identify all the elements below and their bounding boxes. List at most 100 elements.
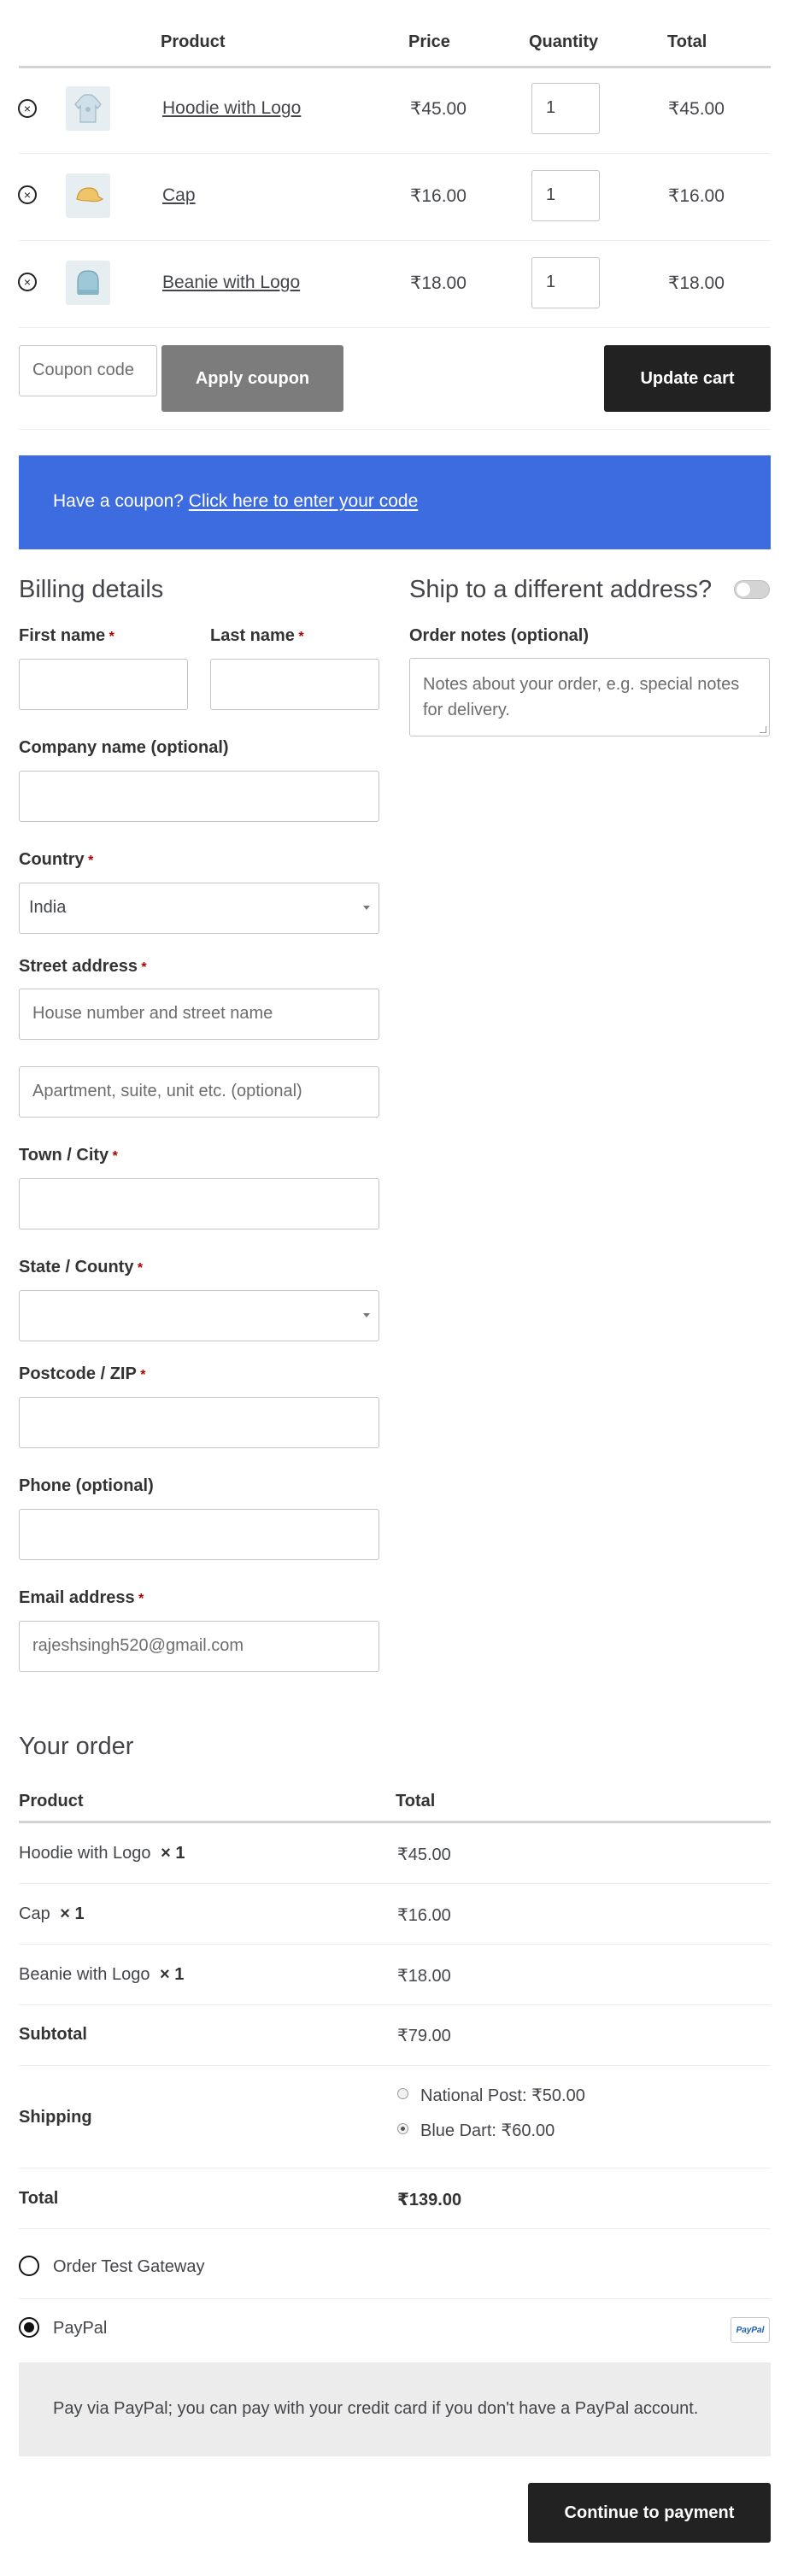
cart-header-product: Product [161, 32, 226, 51]
shipping-label: Shipping [19, 2108, 92, 2127]
enter-coupon-link[interactable]: Click here to enter your code [189, 491, 418, 511]
cart-header-price: Price [408, 32, 450, 51]
phone-input[interactable] [19, 1509, 379, 1560]
radio-checked-icon[interactable] [19, 2317, 39, 2338]
paypal-description: Pay via PayPal; you can pay with your cr… [53, 2399, 699, 2418]
order-header-total: Total [396, 1792, 436, 1810]
street-address-label: Street address * [19, 957, 147, 976]
subtotal-label: Subtotal [19, 2025, 87, 2044]
last-name-input[interactable] [210, 659, 379, 710]
total-value: ₹139.00 [397, 2191, 462, 2209]
order-item: Hoodie with Logo × 1 [19, 1844, 185, 1863]
billing-title: Billing details [19, 576, 164, 603]
chevron-down-icon [363, 1313, 370, 1317]
state-label: State / County * [19, 1258, 144, 1276]
cart-item-name[interactable]: Cap [162, 185, 196, 206]
quantity-input[interactable]: 1 [531, 257, 600, 308]
radio-checked-icon[interactable] [397, 2123, 408, 2134]
payment-method-paypal[interactable]: PayPal [19, 2317, 719, 2343]
ship-different-address-toggle[interactable] [734, 580, 770, 599]
state-select[interactable] [19, 1290, 379, 1341]
row-divider [19, 1883, 771, 1884]
row-divider [19, 2004, 771, 2005]
resize-handle-icon[interactable] [760, 726, 766, 733]
row-divider [19, 1944, 771, 1945]
order-item-total: ₹18.00 [397, 1967, 451, 1986]
quantity-input[interactable]: 1 [531, 170, 600, 221]
remove-item-icon[interactable]: × [18, 273, 37, 291]
paypal-description-box: Pay via PayPal; you can pay with your cr… [19, 2362, 771, 2456]
cart-item-price: ₹45.00 [410, 99, 467, 119]
quantity-input[interactable]: 1 [531, 83, 600, 134]
required-mark: * [138, 1592, 144, 1606]
required-mark: * [137, 1261, 144, 1276]
required-mark: * [298, 630, 304, 644]
phone-label: Phone (optional) [19, 1476, 154, 1495]
order-item-total: ₹16.00 [397, 1906, 451, 1925]
first-name-label: First name * [19, 626, 114, 645]
city-input[interactable] [19, 1178, 379, 1229]
order-item: Cap × 1 [19, 1904, 85, 1923]
street-address-2-input[interactable]: Apartment, suite, unit etc. (optional) [19, 1066, 379, 1118]
cart-item-total: ₹45.00 [668, 99, 725, 119]
paypal-logo-icon: PayPal [731, 2317, 770, 2343]
remove-item-icon[interactable]: × [18, 185, 37, 204]
postcode-input[interactable] [19, 1397, 379, 1448]
radio-icon[interactable] [397, 2088, 408, 2099]
chevron-down-icon [363, 906, 370, 910]
update-cart-button[interactable]: Update cart [604, 345, 771, 412]
row-divider [19, 240, 771, 241]
row-divider [19, 2228, 771, 2229]
row-divider [19, 153, 771, 154]
coupon-notice-banner: Have a coupon? Click here to enter your … [19, 455, 771, 549]
cart-header-total: Total [667, 32, 707, 51]
required-mark: * [140, 1368, 146, 1382]
hoodie-thumbnail-icon[interactable] [66, 86, 110, 131]
street-address-input[interactable]: House number and street name [19, 989, 379, 1040]
required-mark: * [112, 1149, 118, 1164]
required-mark: * [88, 854, 94, 868]
required-mark: * [109, 630, 114, 644]
cap-thumbnail-icon[interactable] [66, 173, 110, 218]
city-label: Town / City * [19, 1146, 118, 1165]
toggle-knob [737, 583, 750, 596]
cart-item-total: ₹18.00 [668, 273, 725, 293]
order-item-total: ₹45.00 [397, 1845, 451, 1864]
order-item: Beanie with Logo × 1 [19, 1965, 185, 1984]
email-input[interactable]: rajeshsingh520@gmail.com [19, 1621, 379, 1672]
last-name-label: Last name * [210, 626, 304, 645]
coupon-code-input[interactable]: Coupon code [19, 345, 157, 396]
apply-coupon-button[interactable]: Apply coupon [161, 345, 343, 412]
email-label: Email address * [19, 1588, 144, 1607]
required-mark: * [141, 960, 147, 975]
first-name-input[interactable] [19, 659, 188, 710]
company-name-input[interactable] [19, 771, 379, 822]
cart-header-quantity: Quantity [529, 32, 599, 51]
row-divider [19, 2298, 771, 2299]
order-notes-label: Order notes (optional) [409, 626, 589, 645]
postcode-label: Postcode / ZIP * [19, 1364, 146, 1383]
ship-different-address-label: Ship to a different address? [409, 576, 713, 603]
cart-item-total: ₹16.00 [668, 186, 725, 206]
payment-method-order-test-gateway[interactable]: Order Test Gateway [19, 2256, 771, 2281]
order-notes-textarea[interactable]: Notes about your order, e.g. special not… [409, 658, 770, 736]
country-label: Country * [19, 850, 94, 869]
radio-icon[interactable] [19, 2256, 39, 2276]
beanie-thumbnail-icon[interactable] [66, 261, 110, 305]
company-name-label: Company name (optional) [19, 738, 229, 757]
continue-to-payment-button[interactable]: Continue to payment [528, 2483, 771, 2543]
subtotal-value: ₹79.00 [397, 2027, 451, 2045]
your-order-title: Your order [19, 1733, 134, 1760]
cart-item-name[interactable]: Beanie with Logo [162, 273, 300, 293]
row-divider [19, 2065, 771, 2066]
coupon-notice-text: Have a coupon? [53, 491, 184, 511]
remove-item-icon[interactable]: × [18, 99, 37, 118]
row-divider [19, 429, 771, 430]
order-header-divider [19, 1821, 771, 1823]
cart-item-name[interactable]: Hoodie with Logo [162, 98, 301, 119]
cart-item-price: ₹18.00 [410, 273, 467, 293]
order-header-product: Product [19, 1792, 84, 1810]
row-divider [19, 327, 771, 328]
cart-item-price: ₹16.00 [410, 186, 467, 206]
country-select[interactable]: India [19, 883, 379, 934]
